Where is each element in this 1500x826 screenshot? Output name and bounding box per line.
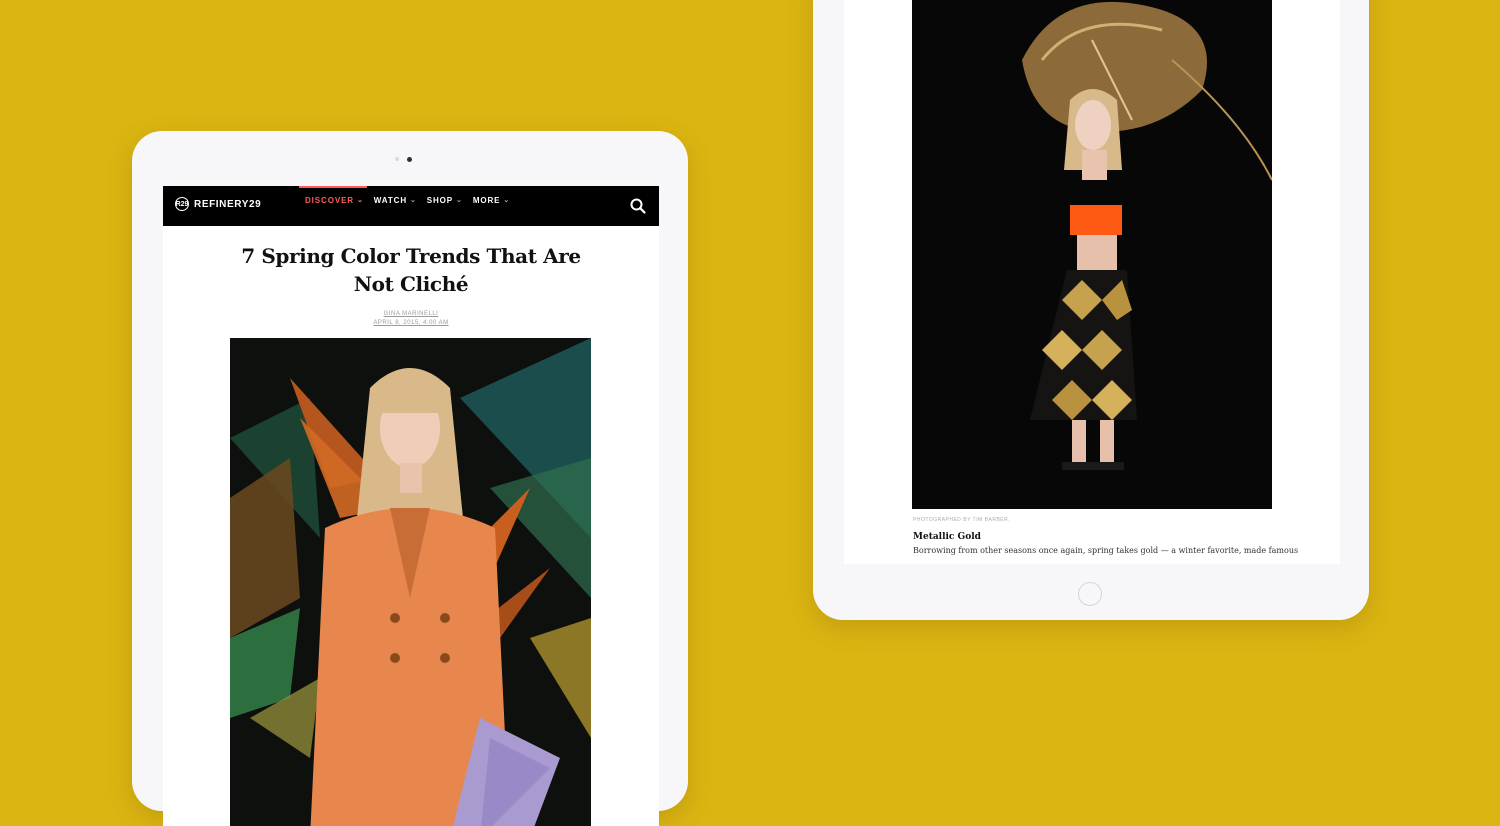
- chevron-down-icon: ⌄: [503, 197, 511, 204]
- chevron-down-icon: ⌄: [410, 197, 417, 204]
- hero-photo: [230, 338, 591, 826]
- article-title-line-1: 7 Spring Color Trends That Are: [241, 244, 581, 268]
- sensor-dot: [395, 157, 399, 161]
- site-navbar: R29 REFINERY29 DISCOVER ⌄ WATCH ⌄ SHOP ⌄…: [163, 186, 659, 226]
- home-button[interactable]: [1078, 582, 1102, 606]
- tablet-right: PHOTOGRAPHED BY TIM BARBER. Metallic Gol…: [813, 0, 1369, 620]
- search-icon: [630, 198, 646, 214]
- article-byline: GINA MARINELLI APRIL 8, 2015, 4:00 AM: [163, 310, 659, 328]
- fashion-photo: [912, 0, 1272, 509]
- hero-photo-illustration: [230, 338, 591, 826]
- front-camera: [407, 157, 412, 162]
- photo-credit: PHOTOGRAPHED BY TIM BARBER.: [913, 517, 1011, 523]
- nav-label: DISCOVER: [305, 196, 354, 205]
- logo-mark: R29: [175, 197, 189, 211]
- article-title: 7 Spring Color Trends That Are Not Clich…: [163, 242, 659, 298]
- nav-label: MORE: [472, 196, 501, 205]
- article-title-line-2: Not Cliché: [353, 272, 469, 296]
- section-body: Borrowing from other seasons once again,…: [913, 546, 1299, 555]
- nav-item-more[interactable]: MORE ⌄: [473, 186, 510, 226]
- tablet-left-screen: R29 REFINERY29 DISCOVER ⌄ WATCH ⌄ SHOP ⌄…: [163, 186, 659, 826]
- search-button[interactable]: [629, 197, 647, 215]
- chevron-down-icon: ⌄: [357, 197, 364, 204]
- author-link[interactable]: GINA MARINELLI: [163, 310, 659, 319]
- nav-menu: DISCOVER ⌄ WATCH ⌄ SHOP ⌄ MORE ⌄: [299, 186, 520, 226]
- publish-date: APRIL 8, 2015, 4:00 AM: [373, 320, 449, 326]
- logo-text: REFINERY29: [194, 198, 262, 210]
- chevron-down-icon: ⌄: [456, 197, 463, 204]
- nav-label: SHOP: [426, 196, 454, 205]
- nav-item-shop[interactable]: SHOP ⌄: [427, 186, 463, 226]
- site-logo[interactable]: R29 REFINERY29: [175, 197, 261, 211]
- tablet-right-screen: PHOTOGRAPHED BY TIM BARBER. Metallic Gol…: [844, 0, 1340, 564]
- tablet-left: R29 REFINERY29 DISCOVER ⌄ WATCH ⌄ SHOP ⌄…: [132, 131, 688, 826]
- section-heading: Metallic Gold: [913, 532, 981, 542]
- nav-item-watch[interactable]: WATCH ⌄: [374, 186, 417, 226]
- nav-label: WATCH: [373, 196, 407, 205]
- fashion-photo-illustration: [912, 0, 1272, 509]
- nav-item-discover[interactable]: DISCOVER ⌄: [299, 186, 367, 226]
